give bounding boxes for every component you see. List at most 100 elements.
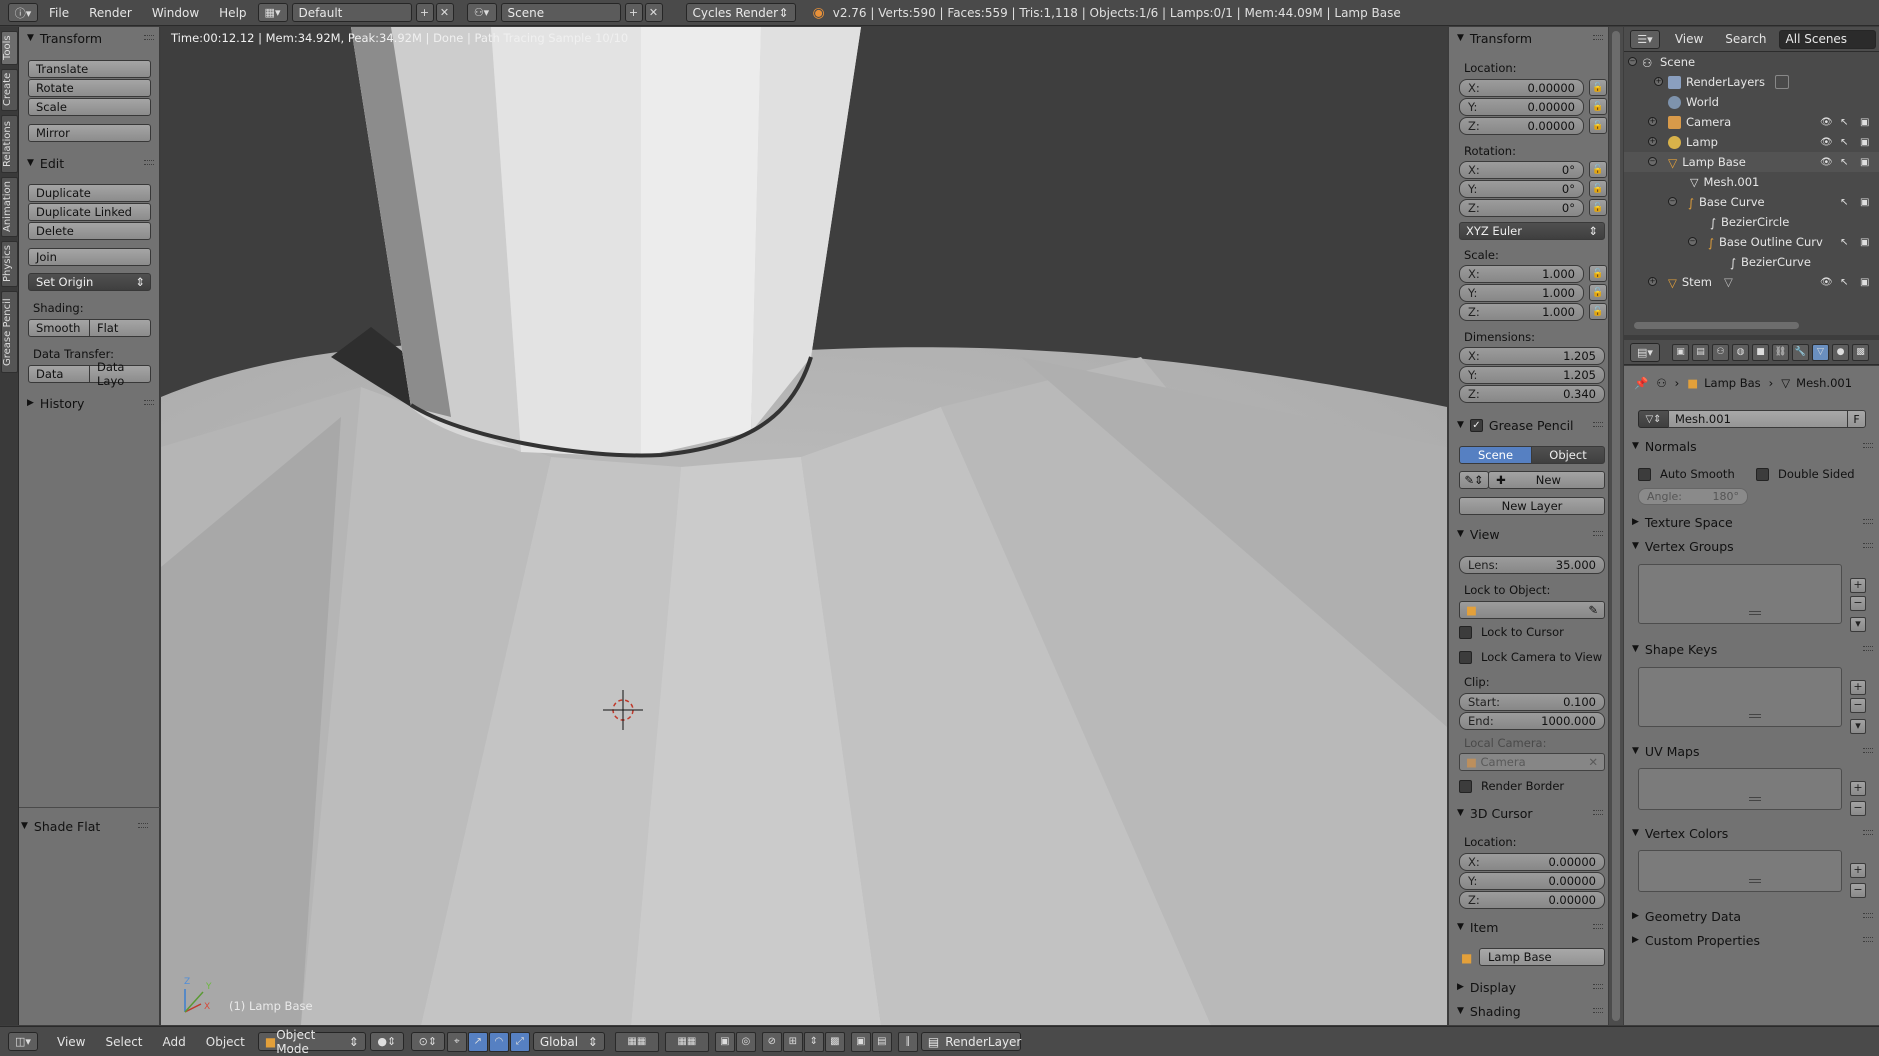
world-tab-icon[interactable]: ◍: [1732, 343, 1749, 361]
edit-panel-header[interactable]: ▼ Edit: [19, 153, 160, 173]
cursor-select-icon[interactable]: ↖: [1840, 157, 1848, 168]
cursor-z-field[interactable]: Z: 0.00000: [1459, 891, 1605, 909]
dimensions-y-field[interactable]: Y: 1.205: [1459, 366, 1605, 384]
grease-pencil-panel-header[interactable]: ▼ ✓ Grease Pencil: [1449, 415, 1609, 435]
screen-layout-field[interactable]: Default: [291, 3, 412, 22]
render-border-checkbox[interactable]: [1459, 780, 1472, 793]
menu-add[interactable]: Add: [153, 1035, 196, 1049]
duplicate-button[interactable]: Duplicate: [28, 184, 151, 202]
tree-row-stem[interactable]: + ▽ Stem ▽ 👁 ↖ ▣: [1624, 272, 1879, 292]
data-transfer-button[interactable]: Data: [28, 365, 90, 383]
menu-object[interactable]: Object: [196, 1035, 255, 1049]
cursor-y-field[interactable]: Y: 0.00000: [1459, 872, 1605, 890]
list-resize-handle[interactable]: [1749, 879, 1761, 883]
region-scrollbar[interactable]: [1609, 27, 1623, 1025]
rotation-y-field[interactable]: Y: 0°: [1459, 180, 1584, 198]
tree-row-lamp-base[interactable]: − ▽ Lamp Base 👁 ↖ ▣: [1624, 152, 1879, 172]
snap-element-icon[interactable]: ⊞: [782, 1031, 803, 1052]
lock-icon[interactable]: 🔓: [1589, 199, 1607, 216]
eyedropper-icon[interactable]: ✎: [1588, 603, 1598, 617]
interaction-mode-select[interactable]: ■ Object Mode ⇕: [257, 1028, 366, 1056]
drag-grip-icon[interactable]: [1863, 748, 1873, 753]
clear-icon[interactable]: ✕: [1588, 755, 1598, 769]
outliner-display-mode[interactable]: All Scenes: [1778, 29, 1876, 49]
lock-icon[interactable]: 🔓: [1589, 98, 1607, 115]
outliner-search-menu[interactable]: Search: [1725, 32, 1766, 46]
layer-buttons-group-2[interactable]: ▦▦: [664, 1031, 709, 1052]
tree-row-camera[interactable]: + Camera 👁 ↖ ▣: [1624, 112, 1879, 132]
outliner-view-menu[interactable]: View: [1675, 32, 1703, 46]
pause-icon[interactable]: ∥: [897, 1031, 918, 1052]
rotation-mode-select[interactable]: XYZ Euler ⇕: [1459, 222, 1605, 240]
data-tab-icon[interactable]: ▽: [1812, 343, 1829, 361]
remove-uv-map-icon[interactable]: −: [1850, 801, 1866, 816]
layer-buttons-group-1[interactable]: ▦▦: [614, 1031, 659, 1052]
screen-layout-icon[interactable]: ▦▾: [257, 3, 288, 22]
add-vertex-color-icon[interactable]: +: [1850, 863, 1866, 878]
lens-field[interactable]: Lens: 35.000: [1459, 556, 1605, 574]
proportional-editing-icon[interactable]: ◎: [735, 1031, 756, 1052]
grease-pencil-checkbox[interactable]: ✓: [1469, 418, 1483, 432]
item-name-field[interactable]: Lamp Base: [1479, 948, 1605, 966]
drag-grip-icon[interactable]: [1593, 35, 1603, 40]
add-screen-icon[interactable]: +: [415, 3, 434, 22]
shade-flat-button[interactable]: Flat: [89, 319, 151, 337]
menu-window[interactable]: Window: [142, 6, 209, 20]
editor-type-3d-view-icon[interactable]: ◫▾: [8, 1032, 38, 1051]
custom-properties-panel-header[interactable]: ▶ Custom Properties: [1624, 930, 1879, 950]
drag-grip-icon[interactable]: [1863, 830, 1873, 835]
fake-user-button[interactable]: F: [1847, 410, 1866, 428]
display-panel-header[interactable]: ▶ Display: [1449, 977, 1609, 997]
lock-to-object-field[interactable]: ■ ✎: [1459, 601, 1605, 619]
drag-grip-icon[interactable]: [1593, 810, 1603, 815]
remove-shape-key-icon[interactable]: −: [1850, 698, 1866, 713]
eye-icon[interactable]: 👁: [1820, 137, 1833, 148]
menu-help[interactable]: Help: [209, 6, 256, 20]
menu-view[interactable]: View: [47, 1035, 95, 1049]
drag-grip-icon[interactable]: [1863, 913, 1873, 918]
menu-render[interactable]: Render: [79, 6, 142, 20]
render-layers-tab-icon[interactable]: ▤: [1692, 343, 1709, 361]
mirror-button[interactable]: Mirror: [28, 124, 151, 142]
tree-row-world[interactable]: World: [1624, 92, 1879, 112]
geometry-data-panel-header[interactable]: ▶ Geometry Data: [1624, 906, 1879, 926]
menu-file[interactable]: File: [39, 6, 79, 20]
transform-panel-header[interactable]: ▼ Transform: [19, 28, 160, 48]
expand-toggle-icon[interactable]: +: [1654, 77, 1663, 86]
cursor-select-icon[interactable]: ↖: [1840, 137, 1848, 148]
location-x-field[interactable]: X: 0.00000: [1459, 79, 1584, 97]
vertex-groups-list[interactable]: [1638, 564, 1842, 624]
lock-camera-to-view-checkbox[interactable]: [1459, 651, 1472, 664]
expand-toggle-icon[interactable]: +: [1648, 117, 1657, 126]
editor-type-info-icon[interactable]: ⓘ▾: [8, 3, 38, 22]
tree-row-bezier-circle[interactable]: ∫ BezierCircle: [1624, 212, 1879, 232]
dimensions-z-field[interactable]: Z: 0.340: [1459, 385, 1605, 403]
lock-icon[interactable]: 🔓: [1589, 303, 1607, 320]
lock-icon[interactable]: 🔓: [1589, 265, 1607, 282]
lock-icon[interactable]: 🔓: [1589, 161, 1607, 178]
join-button[interactable]: Join: [28, 248, 151, 266]
menu-select[interactable]: Select: [95, 1035, 152, 1049]
tree-row-mesh[interactable]: ▽ Mesh.001: [1624, 172, 1879, 192]
render-camera-icon[interactable]: ▣: [1860, 157, 1869, 168]
expand-toggle-icon[interactable]: +: [1648, 277, 1657, 286]
scrollbar-thumb[interactable]: [1612, 31, 1620, 1021]
drag-grip-icon[interactable]: [1593, 984, 1603, 989]
clip-end-field[interactable]: End: 1000.000: [1459, 712, 1605, 730]
add-shape-key-icon[interactable]: +: [1850, 680, 1866, 695]
snap-target-icon[interactable]: ⇕: [803, 1031, 824, 1052]
drag-grip-icon[interactable]: [144, 35, 154, 40]
scale-manipulator-icon[interactable]: ⤢: [509, 1031, 530, 1052]
pin-icon[interactable]: 📌: [1634, 376, 1648, 390]
tab-create[interactable]: Create: [1, 69, 18, 111]
expand-toggle-icon[interactable]: +: [1648, 137, 1657, 146]
location-z-field[interactable]: Z: 0.00000: [1459, 117, 1584, 135]
drag-grip-icon[interactable]: [1593, 1008, 1603, 1013]
scene-tab-icon[interactable]: ⚇: [1712, 343, 1729, 361]
translate-manipulator-icon[interactable]: ↗: [467, 1031, 488, 1052]
3d-viewport[interactable]: Z X Y Time:00:12.12 | Mem:34.92M, Peak:3…: [161, 27, 1447, 1025]
drag-grip-icon[interactable]: [144, 400, 154, 405]
snap-icon[interactable]: ⊘: [761, 1031, 782, 1052]
tree-row-lamp[interactable]: + Lamp 👁 ↖ ▣: [1624, 132, 1879, 152]
lock-icon[interactable]: 🔓: [1589, 180, 1607, 197]
